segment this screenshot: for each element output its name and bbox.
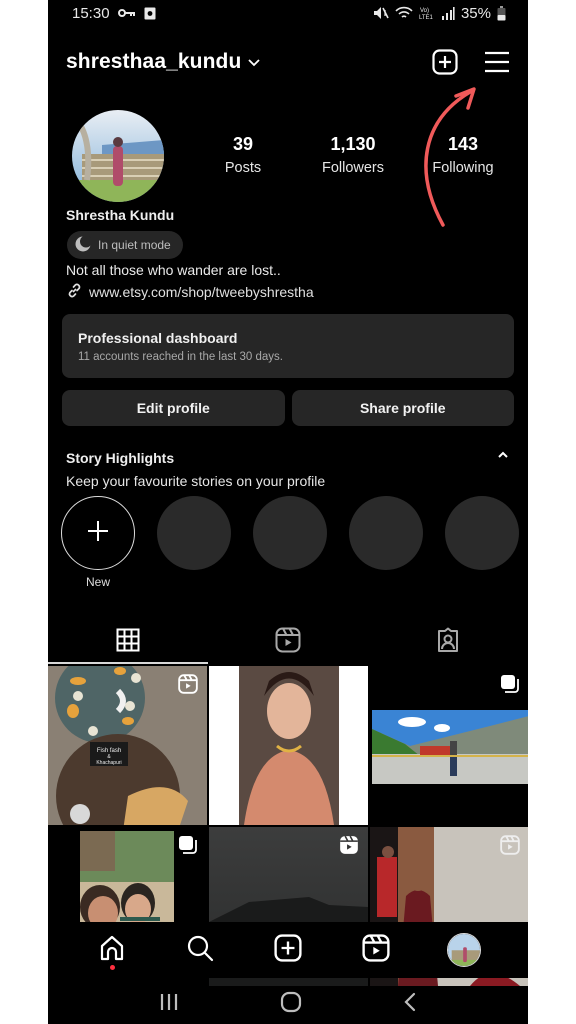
edit-profile-button[interactable]: Edit profile <box>62 390 285 426</box>
highlights-subtitle: Keep your favourite stories on your prof… <box>66 473 326 489</box>
recents-icon[interactable] <box>159 993 179 1011</box>
bio-text: Not all those who wander are lost.. <box>66 262 281 278</box>
grid-post[interactable] <box>370 666 528 825</box>
grid-post[interactable]: Fish fash & Khachapuri <box>48 666 207 825</box>
chevron-down-icon[interactable] <box>247 58 261 67</box>
svg-text:LTE1: LTE1 <box>419 15 434 20</box>
reels-icon <box>178 674 198 699</box>
battery-icon <box>497 5 506 21</box>
clock: 15:30 <box>72 4 110 22</box>
back-icon[interactable] <box>403 992 417 1012</box>
link-icon <box>66 282 83 302</box>
reels-icon <box>275 627 301 658</box>
reels-icon <box>500 835 520 860</box>
account-switcher[interactable]: shresthaa_kundu <box>66 50 241 74</box>
quiet-mode-pill[interactable]: In quiet mode <box>67 231 183 259</box>
new-highlight-button[interactable] <box>61 496 135 570</box>
highlights-row <box>61 496 519 570</box>
mute-icon <box>373 6 389 20</box>
tab-reels[interactable] <box>208 620 368 664</box>
create-icon <box>274 933 302 967</box>
dashboard-subtitle: 11 accounts reached in the last 30 days. <box>78 351 284 363</box>
reels-icon <box>362 933 390 967</box>
reels-icon <box>339 835 359 860</box>
grid-post[interactable] <box>209 666 368 825</box>
highlight-placeholder[interactable] <box>349 496 423 570</box>
grid-icon <box>116 628 140 657</box>
system-navigation <box>48 980 528 1024</box>
tab-posts-grid[interactable] <box>48 620 208 664</box>
profile-avatar[interactable] <box>72 110 164 202</box>
dashboard-title: Professional dashboard <box>78 330 238 346</box>
moon-icon <box>75 235 92 255</box>
home-icon <box>98 934 126 967</box>
profile-top-bar: shresthaa_kundu <box>48 44 528 80</box>
signal-icon <box>441 6 455 20</box>
carousel-icon <box>178 835 198 860</box>
profile-link[interactable]: www.etsy.com/shop/tweebyshrestha <box>66 282 314 302</box>
wifi-icon <box>395 6 413 20</box>
notification-dot <box>109 965 115 970</box>
profile-stats: 39 Posts 1,130 Followers 143 Following <box>188 134 518 176</box>
nav-profile[interactable] <box>440 926 488 974</box>
carousel-icon <box>500 674 520 699</box>
bottom-navigation <box>48 922 528 978</box>
highlight-placeholder[interactable] <box>157 496 231 570</box>
svg-text:Vo): Vo) <box>420 8 429 14</box>
quiet-mode-label: In quiet mode <box>98 238 171 252</box>
home-circle-icon[interactable] <box>280 991 302 1013</box>
new-highlight-label: New <box>85 575 110 589</box>
highlight-placeholder[interactable] <box>253 496 327 570</box>
plus-icon <box>86 519 110 548</box>
profile-action-buttons: Edit profile Share profile <box>62 390 514 426</box>
key-icon <box>117 8 136 18</box>
screenshot-icon <box>144 7 156 20</box>
chevron-up-icon[interactable] <box>496 450 510 460</box>
stat-followers[interactable]: 1,130 Followers <box>298 134 408 176</box>
link-text: www.etsy.com/shop/tweebyshrestha <box>89 284 314 300</box>
phone-screen: 15:30 Vo) LTE1 35% shresthaa_kundu 39 Po… <box>48 0 528 1024</box>
content-tabs <box>48 620 528 664</box>
status-bar: 15:30 Vo) LTE1 35% <box>48 0 528 26</box>
full-name: Shrestha Kundu <box>66 207 175 223</box>
professional-dashboard-card[interactable]: Professional dashboard 11 accounts reach… <box>62 314 514 378</box>
highlights-title: Story Highlights <box>66 450 175 466</box>
create-icon[interactable] <box>432 49 458 75</box>
share-profile-button[interactable]: Share profile <box>291 390 514 426</box>
svg-text:Khachapuri: Khachapuri <box>96 760 121 766</box>
stat-following[interactable]: 143 Following <box>408 134 518 176</box>
nav-home[interactable] <box>88 926 136 974</box>
nav-search[interactable] <box>176 926 224 974</box>
battery-percent: 35% <box>460 4 491 22</box>
tagged-icon <box>435 627 461 658</box>
nav-reels[interactable] <box>352 926 400 974</box>
stat-posts[interactable]: 39 Posts <box>188 134 298 176</box>
search-icon <box>186 934 214 967</box>
menu-icon[interactable] <box>484 51 510 73</box>
tab-tagged[interactable] <box>368 620 528 664</box>
nav-create[interactable] <box>264 926 312 974</box>
volte-icon: Vo) LTE1 <box>419 6 435 20</box>
highlight-placeholder[interactable] <box>445 496 519 570</box>
profile-avatar <box>447 933 481 967</box>
